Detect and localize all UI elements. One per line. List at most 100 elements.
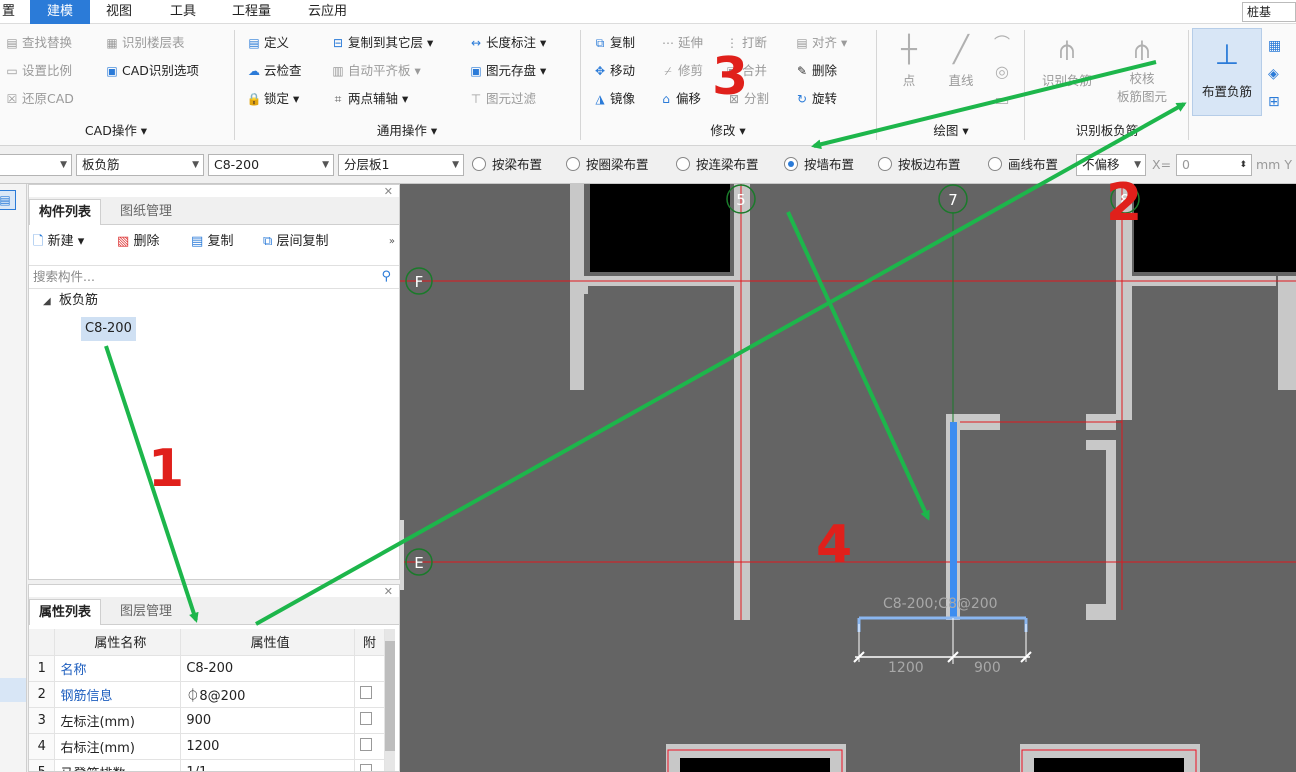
table-row[interactable]: 1 名称 C8-200 [29,655,385,682]
table-row[interactable]: 2 钢筋信息 ⏀8@200 [29,681,385,708]
copy-component-button[interactable]: ▤ 复制 [191,231,233,253]
tab-drawing-management[interactable]: 图纸管理 [111,199,181,225]
set-scale-button[interactable]: ▭ 设置比例 [4,60,72,82]
attach-checkbox[interactable] [360,685,373,699]
eraser-icon: ✎ [796,64,808,78]
radio-by-ring-beam[interactable]: 按圈梁布置 [566,154,649,176]
align-slab-icon: ▥ [332,64,344,78]
save-element-button[interactable]: ▣ 图元存盘 ▾ [468,60,546,82]
restore-cad-button[interactable]: ☒ 还原CAD [4,88,74,110]
group-label-modify[interactable]: 修改 ▾ [582,120,874,142]
point-button[interactable]: ┼ 点 [886,30,932,89]
property-value-cell[interactable]: 900 [180,707,356,734]
tab-layer-management[interactable]: 图层管理 [111,599,181,625]
component-search-input[interactable]: 搜索构件... ⚲ [29,265,399,289]
table-row[interactable]: 3 左标注(mm) 900 [29,707,385,734]
offset-combo[interactable]: 不偏移 ▼ [1076,154,1146,176]
identify-floor-table-button[interactable]: ▦ 识别楼层表 [104,32,184,54]
cloud-check-button[interactable]: ☁ 云检查 [246,60,302,82]
define-button[interactable]: ▤ 定义 [246,32,289,54]
find-replace-button[interactable]: ▤ 查找替换 [4,32,72,54]
break-button[interactable]: ⋮ 打断 [724,32,767,54]
negative-rebar-element[interactable] [853,616,1032,664]
inter-floor-copy-button[interactable]: ⧉ 层间复制 [263,231,328,253]
selected-wall[interactable] [950,422,957,618]
group-label-draw[interactable]: 绘图 ▾ [878,120,1024,142]
radio-by-beam[interactable]: 按梁布置 [472,154,542,176]
copy-to-layer-button[interactable]: ⊟ 复制到其它层 ▾ [330,32,433,54]
tree-item-c8-200[interactable]: C8-200 [81,317,136,341]
delete-component-button[interactable]: ▧ 删除 [117,231,159,253]
trim-button[interactable]: ⌿ 修剪 [660,60,703,82]
menu-item-modeling[interactable]: 建模 [30,0,90,24]
mirror-button[interactable]: ◮ 镜像 [592,88,635,110]
element-spec-combo[interactable]: C8-200 ▼ [208,154,334,176]
more-icon[interactable]: » [389,231,395,253]
identify-rebar-button[interactable]: ⫛ 识别负筋 [1034,30,1100,89]
radio-circle [472,157,486,171]
floor-plan-drawing[interactable]: 5 7 8 F E C8-200;C8@200 1200 900 [400,184,1296,772]
group-label-cad[interactable]: CAD操作 ▾ [0,120,232,142]
radio-draw-line[interactable]: 画线布置 [988,154,1058,176]
move-button[interactable]: ✥ 移动 [592,60,635,82]
length-dimension-button[interactable]: ↔ 长度标注 ▾ [468,32,546,54]
menu-item-quantity[interactable]: 工程量 [226,0,277,24]
merge-button[interactable]: ▣ 合并 [724,60,767,82]
line-button[interactable]: ╱ 直线 [938,30,984,89]
drawing-canvas[interactable]: 5 7 8 F E C8-200;C8@200 1200 900 [400,184,1296,772]
place-negative-rebar-button[interactable]: ⊥ 布置负筋 [1192,28,1262,116]
search-icon[interactable]: ⚲ [381,266,391,288]
lock-button[interactable]: 🔒 锁定 ▾ [246,88,300,110]
auto-align-slab-button[interactable]: ▥ 自动平齐板 ▾ [330,60,420,82]
floor-selector[interactable]: 桩基 [1242,2,1296,22]
menu-item-tools[interactable]: 工具 [164,0,202,24]
nav-selected-item[interactable] [0,678,26,702]
x-input[interactable]: 0 ⬍ [1176,154,1252,176]
tab-property-list[interactable]: 属性列表 [29,599,102,625]
radio-by-coupling-beam[interactable]: 按连梁布置 [676,154,759,176]
table-row[interactable]: 4 右标注(mm) 1200 [29,733,385,760]
two-point-axis-button[interactable]: ⌗ 两点辅轴 ▾ [330,88,409,110]
delete-button[interactable]: ✎ 删除 [794,60,837,82]
property-value-cell[interactable]: C8-200 [180,655,356,682]
layer-combo[interactable]: 分层板1 ▼ [338,154,464,176]
split-button[interactable]: ⊠ 分割 [726,88,769,110]
radio-by-slab-edge[interactable]: 按板边布置 [878,154,961,176]
check-rebar-button[interactable]: ⫛ 校核 板筋图元 [1104,30,1180,106]
group-label-general[interactable]: 通用操作 ▾ [236,120,578,142]
new-button[interactable]: 🗋 新建 ▾ [33,231,84,253]
scrollbar[interactable] [385,629,395,771]
element-filter-button[interactable]: ⊤ 图元过滤 [468,88,536,110]
tree-node-negative-rebar[interactable]: ◢ 板负筋 [43,291,98,312]
offset-button[interactable]: ⌂ 偏移 [658,88,701,110]
align-button[interactable]: ▤ 对齐 ▾ [794,32,847,54]
menu-item-cloud[interactable]: 云应用 [302,0,353,24]
copy-button[interactable]: ⧉ 复制 [592,32,635,54]
radio-circle [878,157,892,171]
group-label-identify[interactable]: 识别板负筋 [1026,120,1188,142]
axis-label-f: F [415,273,424,291]
element-type-combo[interactable]: 板负筋 ▼ [76,154,204,176]
menu-item-settings[interactable]: 置 [0,0,21,24]
attach-checkbox[interactable] [360,763,373,771]
table-row[interactable]: 5 马凳筋排数 1/1 [29,759,385,771]
property-value-cell[interactable]: 1200 [180,733,356,760]
extend-button[interactable]: ⋯ 延伸 [660,32,703,54]
arc-icon[interactable]: ⌒ ◎ ▭ [990,30,1014,114]
dimension-left: 1200 [888,660,924,676]
move-icon: ✥ [594,64,606,78]
extra-tools-icon[interactable]: ▦ ◈ ⊞ [1268,32,1296,116]
scrollbar-thumb[interactable] [385,641,395,751]
radio-by-wall[interactable]: 按墙布置 [784,154,854,176]
attach-checkbox[interactable] [360,737,373,751]
navigation-icon[interactable]: ▤ [0,190,16,210]
attach-checkbox[interactable] [360,711,373,725]
property-value-cell[interactable]: ⏀8@200 [180,681,356,708]
cad-options-button[interactable]: ▣ CAD识别选项 [104,60,199,82]
panel-splitter-handle[interactable] [400,520,404,590]
category-combo[interactable]: ▼ [0,154,72,176]
tab-component-list[interactable]: 构件列表 [29,199,102,225]
property-value-cell[interactable]: 1/1 [180,759,356,771]
rotate-button[interactable]: ↻ 旋转 [794,88,837,110]
menu-item-view[interactable]: 视图 [100,0,138,24]
